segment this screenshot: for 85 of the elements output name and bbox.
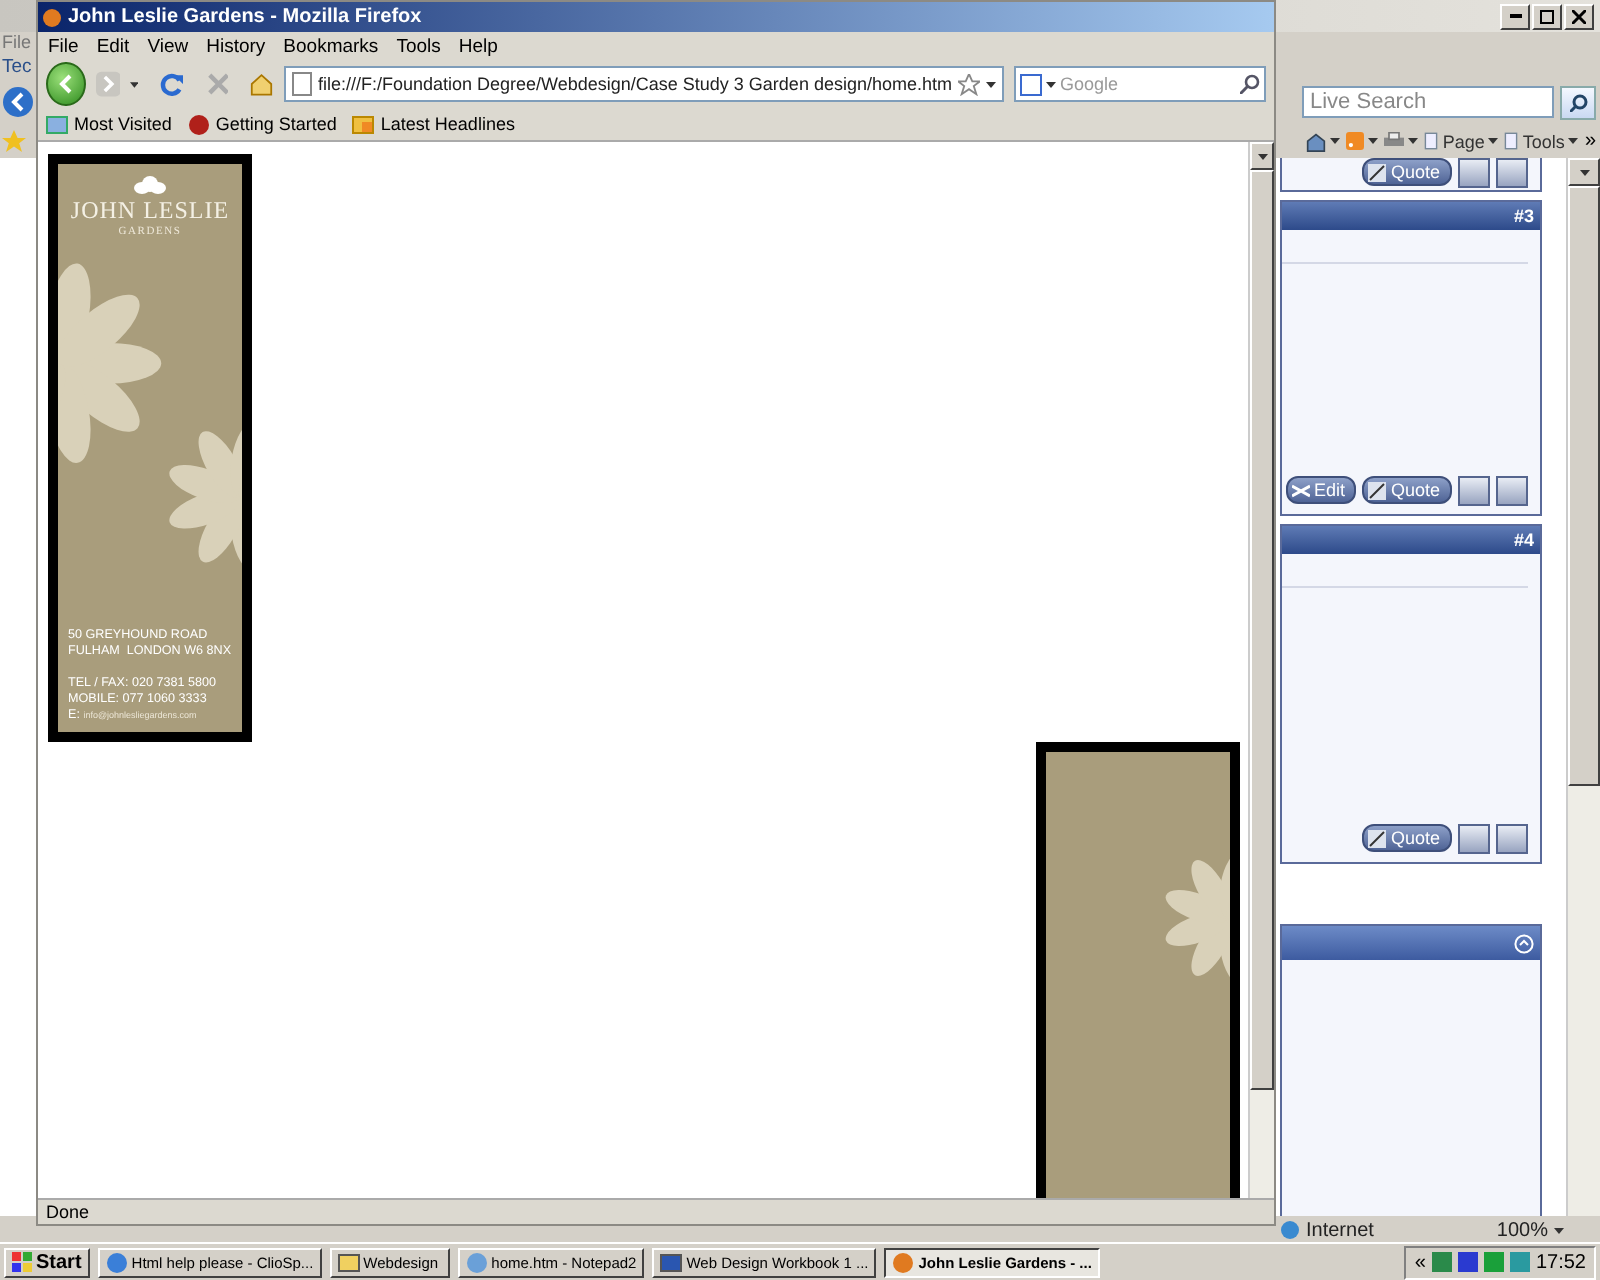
reply-button[interactable]: [1496, 476, 1528, 506]
pencil-icon: [1368, 829, 1387, 847]
multi-quote-button[interactable]: [1458, 158, 1490, 188]
reply-button[interactable]: [1496, 158, 1528, 188]
scrollbar[interactable]: [1248, 142, 1274, 1198]
clock: 17:52: [1535, 1251, 1586, 1274]
caret-icon: [1408, 138, 1419, 144]
scissors-icon: [1291, 481, 1310, 499]
post-number: #3: [1282, 202, 1540, 230]
printer-icon[interactable]: [1384, 132, 1405, 150]
zone-label: Internet: [1280, 1219, 1374, 1241]
close-icon: [1572, 9, 1586, 23]
caret-icon: [130, 81, 139, 87]
multi-quote-button[interactable]: [1458, 824, 1490, 854]
reload-icon[interactable]: [160, 70, 186, 98]
minimize-icon: [1509, 14, 1521, 18]
menu-item[interactable]: History: [206, 35, 266, 57]
star-icon[interactable]: [2, 129, 26, 153]
globe-icon: [1280, 1220, 1300, 1240]
maximize-button[interactable]: [1532, 3, 1562, 29]
page-icon: [291, 72, 312, 96]
more-button[interactable]: »: [1584, 130, 1596, 152]
folder-icon: [337, 1251, 360, 1274]
search-box[interactable]: Google: [1013, 66, 1266, 102]
tray-icon[interactable]: [1431, 1252, 1452, 1273]
window-title: John Leslie Gardens - Mozilla Firefox: [38, 2, 1274, 32]
search-icon: [1569, 93, 1587, 111]
home-button[interactable]: [1306, 131, 1341, 151]
feed-folder-icon: [352, 114, 375, 134]
edit-button[interactable]: Edit: [1285, 476, 1357, 504]
windows-logo-icon: [12, 1252, 32, 1273]
minimize-button[interactable]: [1500, 3, 1530, 29]
menu-button[interactable]: Tools: [1504, 131, 1579, 151]
post-number: #4: [1282, 526, 1540, 554]
folder-icon: [46, 114, 68, 134]
caret-icon: [1554, 1227, 1564, 1233]
search-button[interactable]: [1560, 85, 1596, 119]
tray-icon[interactable]: [1457, 1252, 1478, 1273]
caret-icon: [1368, 138, 1379, 144]
address-field[interactable]: file:///F:/Foundation Degree/Webdesign/Case Study 3 Garden design/home.htm: [283, 66, 1004, 102]
document-icon: [660, 1251, 683, 1274]
status-text: Done: [46, 1202, 90, 1222]
star-icon[interactable]: [957, 73, 980, 95]
bookmark-item[interactable]: Most Visited: [46, 114, 172, 134]
quote-button[interactable]: Quote: [1362, 158, 1452, 186]
pencil-icon: [1368, 163, 1387, 181]
logo-icon: [132, 176, 168, 196]
zoom-button[interactable]: 100%: [1496, 1219, 1564, 1241]
menu-item[interactable]: Help: [458, 35, 498, 57]
tab-title[interactable]: Tec: [2, 55, 32, 77]
home-icon[interactable]: [1306, 131, 1327, 151]
quote-button[interactable]: Quote: [1362, 824, 1452, 852]
menu-button[interactable]: Page: [1424, 131, 1499, 151]
home-icon[interactable]: [250, 72, 274, 96]
caret-icon: [1579, 169, 1589, 175]
bookmark-item[interactable]: Latest Headlines: [352, 114, 515, 134]
back-icon[interactable]: [2, 86, 34, 118]
menu-item[interactable]: File: [48, 35, 79, 57]
close-button[interactable]: [1564, 3, 1594, 29]
search-icon[interactable]: [1239, 74, 1260, 94]
bookmark-item[interactable]: Getting Started: [187, 113, 337, 135]
caret-icon: [1330, 138, 1341, 144]
search-field[interactable]: Live Search: [1302, 86, 1554, 118]
brand-name: JOHN LESLIE: [68, 196, 232, 226]
tray-expand-button[interactable]: «: [1414, 1251, 1426, 1274]
print-button[interactable]: [1384, 132, 1419, 150]
reply-button[interactable]: [1496, 824, 1528, 854]
menu-item[interactable]: Bookmarks: [283, 35, 379, 57]
quote-button[interactable]: Quote: [1362, 476, 1452, 504]
scrollbar[interactable]: [1566, 158, 1600, 1216]
caret-icon: [1568, 138, 1579, 144]
feed-button[interactable]: [1346, 132, 1379, 150]
menu-item[interactable]: Tools: [396, 35, 441, 57]
collapse-icon[interactable]: [1514, 933, 1534, 953]
caret-icon: [1045, 81, 1056, 87]
pencil-icon: [1368, 481, 1387, 499]
multi-quote-button[interactable]: [1458, 476, 1490, 506]
caret-icon: [1488, 138, 1499, 144]
maximize-icon: [1540, 9, 1554, 23]
start-button[interactable]: Start: [4, 1247, 90, 1278]
globe-icon: [105, 1251, 128, 1274]
back-button[interactable]: [46, 62, 86, 106]
menu-item[interactable]: Edit: [96, 35, 130, 57]
caret-icon: [985, 81, 996, 87]
menu-item[interactable]: View: [147, 35, 189, 57]
